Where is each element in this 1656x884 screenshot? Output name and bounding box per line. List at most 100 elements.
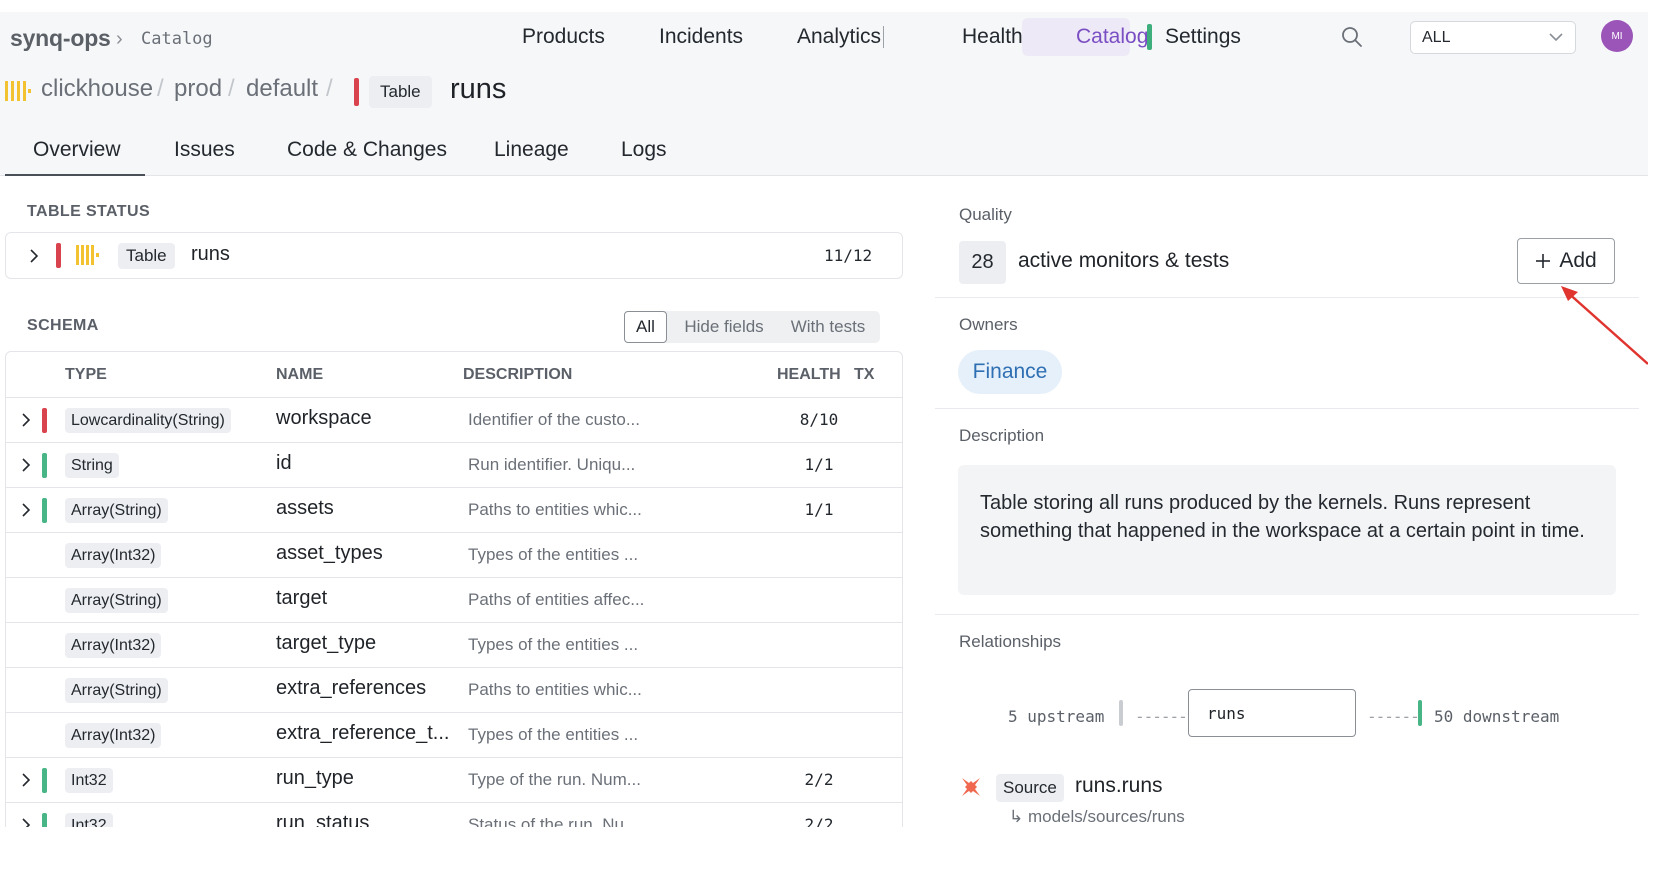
health-status-bar <box>42 768 47 793</box>
column-header-type[interactable]: TYPE <box>65 366 107 384</box>
tab-logs[interactable]: Logs <box>621 138 667 162</box>
field-description: Paths of entities affec... <box>468 590 645 609</box>
nav-catalog[interactable]: Catalog <box>1076 25 1148 49</box>
field-name[interactable]: extra_references <box>276 677 426 700</box>
dbt-logo-icon <box>962 778 980 796</box>
search-icon[interactable] <box>1337 22 1367 52</box>
app-window: synq-ops › Catalog Products Incidents An… <box>0 12 1648 827</box>
app-root: synq-ops › Catalog Products Incidents An… <box>0 0 1656 884</box>
path-separator: / <box>228 75 235 102</box>
table-status-card[interactable]: Table runs 11/12 <box>5 232 903 279</box>
edge-dashes: ------ <box>1135 707 1188 726</box>
chevron-right-icon[interactable] <box>19 458 33 472</box>
brand-name[interactable]: synq-ops <box>10 25 111 52</box>
field-description: Run identifier. Uniqu... <box>468 455 636 474</box>
field-name[interactable]: run_type <box>276 767 354 790</box>
schema-filter: All Hide fields With tests <box>624 311 880 343</box>
field-description: Types of the entities ... <box>468 545 639 564</box>
settings-status-bar <box>1147 24 1152 50</box>
table-row[interactable]: Array(String) target Paths of entities aff… <box>6 577 902 622</box>
path-source[interactable]: clickhouse <box>41 75 153 103</box>
nav-settings[interactable]: Settings <box>1165 25 1241 49</box>
relationships-label: Relationships <box>959 632 1062 651</box>
schema-heading: SCHEMA <box>27 317 99 334</box>
page-title: runs <box>450 73 507 105</box>
tab-overview[interactable]: Overview <box>33 138 121 162</box>
nav-analytics[interactable]: Analytics <box>797 25 881 49</box>
table-row[interactable]: String id Run identifier. Uniqu... 1/1 <box>6 442 902 487</box>
field-name[interactable]: target_type <box>276 632 376 655</box>
nav-incidents[interactable]: Incidents <box>659 25 743 49</box>
field-name[interactable]: extra_reference_t... <box>276 722 449 745</box>
avatar[interactable]: MI <box>1601 20 1633 52</box>
filter-hide-fields-button[interactable]: Hide fields <box>674 311 774 343</box>
path-segment-prod[interactable]: prod <box>174 75 222 103</box>
entity-status-bar <box>354 78 359 106</box>
path-segment-default[interactable]: default <box>246 75 318 103</box>
table-status-health: 11/12 <box>824 246 873 265</box>
health-status-bar <box>42 498 47 523</box>
field-type: Array(Int32) <box>65 633 162 658</box>
table-row[interactable]: Int32 run_status Status of the run. Nu... 2… <box>6 802 902 827</box>
source-name[interactable]: runs.runs <box>1075 774 1163 798</box>
health-status-bar <box>42 453 47 478</box>
description-text: Table storing all runs produced by the k… <box>958 465 1616 595</box>
column-header-tx[interactable]: TX <box>854 366 874 384</box>
quality-label: Quality <box>959 205 1012 224</box>
scope-select[interactable]: ALL <box>1410 21 1576 54</box>
table-row[interactable]: Array(Int32) extra_reference_t... Types of… <box>6 712 902 757</box>
tab-lineage[interactable]: Lineage <box>494 138 569 162</box>
chevron-right-icon[interactable] <box>19 503 33 517</box>
downstream-count[interactable]: 50 downstream <box>1434 707 1559 726</box>
field-health: 2/2 <box>804 815 834 827</box>
field-type: Lowcardinality(String) <box>65 408 231 433</box>
chevron-right-icon[interactable] <box>19 818 33 827</box>
field-name[interactable]: assets <box>276 497 334 520</box>
field-type: Int32 <box>65 768 113 793</box>
field-type: Array(String) <box>65 588 168 613</box>
filter-with-tests-button[interactable]: With tests <box>780 311 876 343</box>
path-separator: / <box>326 75 333 102</box>
field-type: Array(String) <box>65 498 168 523</box>
health-status-bar <box>42 813 47 827</box>
field-description: Type of the run. Num... <box>468 770 641 789</box>
path-separator: / <box>157 75 164 102</box>
tab-code-changes[interactable]: Code & Changes <box>287 138 447 162</box>
field-name[interactable]: asset_types <box>276 542 383 565</box>
lineage-node-runs[interactable]: runs <box>1188 689 1356 737</box>
breadcrumb-catalog[interactable]: Catalog <box>141 29 213 49</box>
owner-chip[interactable]: Finance <box>958 350 1062 394</box>
owners-label: Owners <box>959 315 1018 334</box>
table-row[interactable]: Array(Int32) target_type Types of the enti… <box>6 622 902 667</box>
monitor-count-text: active monitors & tests <box>1018 249 1230 272</box>
table-row[interactable]: Array(Int32) asset_types Types of the enti… <box>6 532 902 577</box>
table-status-heading: TABLE STATUS <box>27 203 151 220</box>
table-row[interactable]: Array(String) assets Paths to entities whi… <box>6 487 902 532</box>
table-row[interactable]: Array(String) extra_references Paths to en… <box>6 667 902 712</box>
monitor-count: 28 <box>959 241 1006 284</box>
field-name[interactable]: run_status <box>276 812 369 827</box>
field-name[interactable]: id <box>276 452 292 475</box>
table-status-name: runs <box>191 243 230 265</box>
breadcrumb-separator-icon: › <box>116 28 123 50</box>
column-header-description[interactable]: DESCRIPTION <box>463 366 572 384</box>
filter-all-button[interactable]: All <box>624 311 667 343</box>
chevron-right-icon[interactable] <box>27 249 41 263</box>
chevron-right-icon[interactable] <box>19 773 33 787</box>
field-name[interactable]: target <box>276 587 327 610</box>
add-monitor-button[interactable]: Add <box>1517 238 1615 284</box>
nav-health[interactable]: Health <box>962 25 1023 49</box>
field-description: Status of the run. Nu... <box>468 815 639 827</box>
table-row[interactable]: Int32 run_type Type of the run. Num... 2/2 <box>6 757 902 802</box>
upstream-count[interactable]: 5 upstream <box>1008 707 1104 726</box>
field-name[interactable]: workspace <box>276 407 372 430</box>
column-header-health[interactable]: HEALTH <box>777 366 841 384</box>
nav-products[interactable]: Products <box>522 25 605 49</box>
clickhouse-logo-icon <box>5 81 31 101</box>
active-tab-indicator <box>5 174 145 176</box>
table-row[interactable]: Lowcardinality(String) workspace Identifie… <box>6 397 902 442</box>
description-label: Description <box>959 426 1045 445</box>
column-header-name[interactable]: NAME <box>276 366 323 384</box>
chevron-right-icon[interactable] <box>19 413 33 427</box>
tab-issues[interactable]: Issues <box>174 138 235 162</box>
